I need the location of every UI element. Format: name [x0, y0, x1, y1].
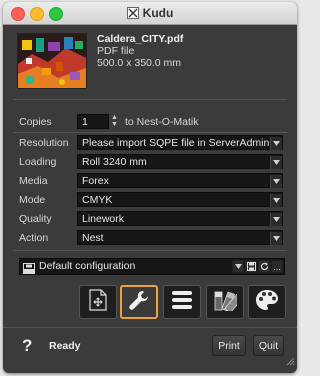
setting-label: Action — [19, 232, 49, 244]
swatches-icon — [213, 289, 243, 316]
action-select[interactable]: Nest — [77, 230, 283, 245]
swatches-tool-button[interactable] — [206, 285, 244, 319]
setting-row-mode: Mode CMYK — [19, 192, 283, 209]
copies-row: Copies 1 ▲ ▼ to Nest-O-Matik — [19, 114, 283, 131]
copies-input[interactable]: 1 — [77, 114, 109, 129]
file-name: Caldera_CITY.pdf — [97, 33, 184, 45]
dropdown-arrow-icon[interactable] — [270, 213, 282, 226]
divider — [13, 132, 287, 133]
setting-row-loading: Loading Roll 3240 mm — [19, 154, 283, 171]
print-button[interactable]: Print — [212, 335, 246, 356]
file-type: PDF file — [97, 45, 135, 57]
configuration-icon — [23, 261, 35, 279]
quality-select[interactable]: Linework — [77, 211, 283, 226]
select-value: CMYK — [82, 194, 113, 206]
setting-label: Mode — [19, 194, 46, 206]
setting-label: Resolution — [19, 137, 69, 149]
select-value: Linework — [82, 213, 125, 225]
copies-destination: to Nest-O-Matik — [125, 116, 199, 128]
select-value: Forex — [82, 175, 109, 187]
resize-grip-icon[interactable] — [286, 353, 295, 371]
stepper-down-icon[interactable]: ▼ — [110, 121, 119, 128]
configuration-select[interactable]: Default configuration ... — [19, 258, 285, 275]
status-text: Ready — [49, 340, 81, 352]
x11-app-icon — [126, 7, 139, 19]
copies-stepper[interactable]: ▲ ▼ — [110, 114, 119, 129]
add-page-icon — [89, 288, 107, 316]
kudu-window: Kudu Caldera_CITY.pdf PDF file 500.0 x 3… — [3, 2, 297, 373]
divider — [3, 327, 297, 328]
dropdown-arrow-icon[interactable] — [270, 232, 282, 245]
save-configuration-icon[interactable] — [245, 260, 257, 273]
divider — [13, 250, 287, 251]
window-title-area: Kudu — [3, 6, 297, 20]
more-configuration-button[interactable]: ... — [271, 260, 283, 273]
help-button[interactable]: ? — [22, 336, 32, 356]
select-value: Please import SQPE file in ServerAdmin — [82, 137, 270, 149]
title-bar: Kudu — [3, 2, 297, 25]
configuration-value: Default configuration — [39, 260, 136, 272]
quit-button[interactable]: Quit — [253, 335, 284, 356]
dropdown-arrow-icon[interactable] — [270, 194, 282, 207]
dropdown-arrow-icon[interactable] — [270, 156, 282, 169]
add-page-tool-button[interactable] — [79, 285, 117, 319]
wrench-icon — [128, 289, 150, 316]
setting-label: Quality — [19, 213, 52, 225]
palette-tool-button[interactable] — [248, 285, 286, 319]
file-dimensions: 500.0 x 350.0 mm — [97, 57, 182, 69]
list-icon — [172, 290, 192, 314]
divider — [13, 99, 287, 100]
setting-row-action: Action Nest — [19, 230, 283, 247]
list-tool-button[interactable] — [163, 285, 201, 319]
refresh-configuration-icon[interactable] — [258, 260, 270, 273]
resolution-select[interactable]: Please import SQPE file in ServerAdmin — [77, 135, 283, 150]
setting-label: Media — [19, 175, 48, 187]
setting-row-resolution: Resolution Please import SQPE file in Se… — [19, 135, 283, 152]
window-title: Kudu — [142, 6, 174, 20]
dropdown-arrow-icon[interactable] — [270, 137, 282, 150]
select-value: Roll 3240 mm — [82, 156, 147, 168]
copies-label: Copies — [19, 116, 52, 128]
setting-row-media: Media Forex — [19, 173, 283, 190]
palette-icon — [255, 289, 279, 316]
loading-select[interactable]: Roll 3240 mm — [77, 154, 283, 169]
select-value: Nest — [82, 232, 104, 244]
stepper-up-icon[interactable]: ▲ — [110, 114, 119, 121]
wrench-tool-button[interactable] — [120, 285, 158, 319]
setting-label: Loading — [19, 156, 57, 168]
dropdown-arrow-icon[interactable] — [270, 175, 282, 188]
setting-row-quality: Quality Linework — [19, 211, 283, 228]
file-thumbnail — [17, 33, 87, 89]
file-details: Caldera_CITY.pdf PDF file 500.0 x 350.0 … — [97, 33, 287, 69]
configuration-dropdown-icon[interactable] — [232, 260, 244, 273]
media-select[interactable]: Forex — [77, 173, 283, 188]
mode-select[interactable]: CMYK — [77, 192, 283, 207]
